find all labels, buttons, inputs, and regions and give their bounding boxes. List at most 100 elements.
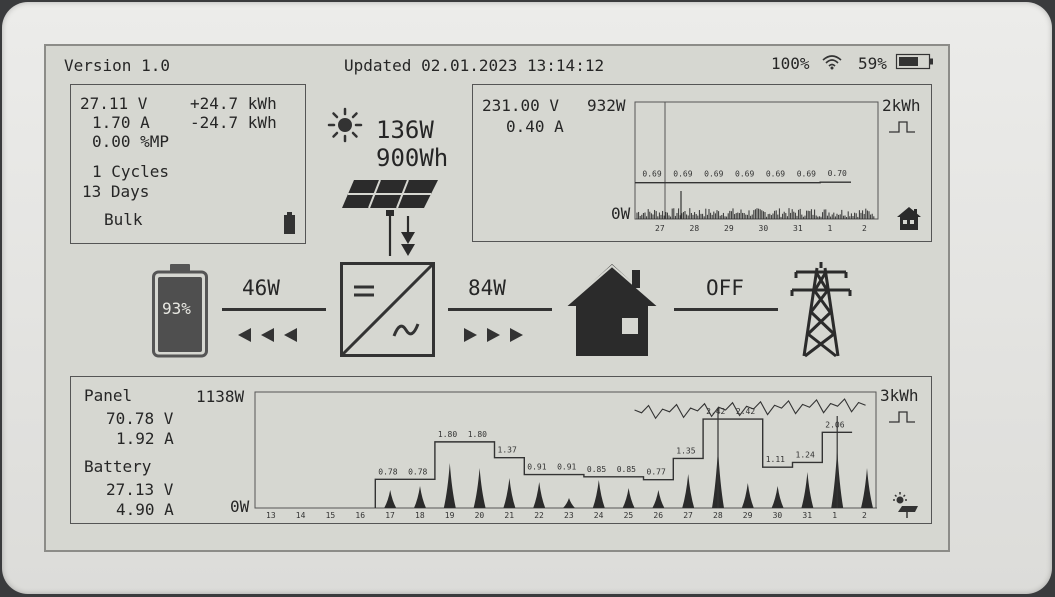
x-tick-label: 2 xyxy=(862,511,867,520)
bar-value-label: 1.24 xyxy=(796,450,815,459)
bar-value-label: 1.11 xyxy=(766,455,785,464)
inverter-flow-power: 84W xyxy=(468,276,506,300)
small-battery-icon xyxy=(284,212,295,234)
x-tick-label: 23 xyxy=(564,511,574,520)
charge-mode: Bulk xyxy=(104,210,143,229)
solar-peak xyxy=(801,472,814,508)
history-scale: 3kWh xyxy=(880,386,919,405)
solar-peak xyxy=(622,488,635,508)
energy-in: +24.7 kWh xyxy=(190,94,277,113)
battery-level-text: 93% xyxy=(162,299,191,318)
solar-peak xyxy=(443,463,456,508)
battery-label: Battery xyxy=(84,457,152,476)
x-tick-label: 17 xyxy=(385,511,395,520)
solar-peak xyxy=(503,478,516,508)
bar-value-label: 2.42 xyxy=(706,407,725,416)
grid-scale: 2kWh xyxy=(882,96,921,115)
solar-peak xyxy=(682,474,695,508)
x-tick-label: 27 xyxy=(655,224,665,233)
x-tick-label: 27 xyxy=(683,511,693,520)
x-tick-label: 20 xyxy=(475,511,485,520)
signal-percent: 100% xyxy=(771,54,810,73)
x-tick-label: 15 xyxy=(326,511,336,520)
x-tick-label: 29 xyxy=(743,511,753,520)
x-tick-label: 24 xyxy=(594,511,604,520)
solar-peak xyxy=(473,468,486,508)
daily-energy-line xyxy=(635,181,851,184)
x-tick-label: 25 xyxy=(624,511,634,520)
grid-voltage: 231.00 V xyxy=(482,96,560,115)
bar-value-label: 0.85 xyxy=(587,465,606,474)
updated-timestamp: Updated 02.01.2023 13:14:12 xyxy=(344,56,605,75)
device-battery-percent: 59% xyxy=(858,54,887,73)
bar-value-label: 1.35 xyxy=(676,446,695,455)
solar-peak xyxy=(592,480,605,508)
house-icon xyxy=(897,207,921,230)
battery-current: 1.70 A xyxy=(92,113,150,132)
solar-peak xyxy=(563,498,575,508)
x-tick-label: 28 xyxy=(690,224,700,233)
panel-label: Panel xyxy=(84,386,133,405)
bar-value-label: 0.78 xyxy=(408,467,427,476)
panel-current: 1.92 A xyxy=(116,429,174,448)
solar-peak xyxy=(771,486,784,508)
solar-peak xyxy=(652,490,665,508)
home-icon xyxy=(565,264,659,356)
x-tick-label: 31 xyxy=(802,511,812,520)
bar-value-label: 0.69 xyxy=(642,170,661,179)
inverter-flow-line xyxy=(448,308,552,311)
x-tick-label: 22 xyxy=(534,511,544,520)
x-tick-label: 21 xyxy=(504,511,514,520)
battery-days: 13 Days xyxy=(82,182,150,201)
x-tick-label: 31 xyxy=(793,224,803,233)
x-tick-label: 26 xyxy=(653,511,663,520)
bar-value-label: 2.42 xyxy=(736,407,755,416)
solar-peak xyxy=(533,482,546,508)
flow-right-arrows xyxy=(464,328,523,342)
bar-value-label: 0.69 xyxy=(735,170,754,179)
x-tick-label: 1 xyxy=(828,224,833,233)
sun-icon xyxy=(327,107,363,143)
x-tick-label: 2 xyxy=(862,224,867,233)
eink-screen: Version 1.0 Updated 02.01.2023 13:14:12 … xyxy=(44,44,950,552)
x-tick-label: 29 xyxy=(724,224,734,233)
bar-value-label: 1.80 xyxy=(468,430,487,439)
step-icon xyxy=(889,121,915,133)
grid-current: 0.40 A xyxy=(506,117,564,136)
x-tick-label: 14 xyxy=(296,511,306,520)
grid-flow-line xyxy=(674,308,778,311)
solar-peak xyxy=(414,486,426,508)
bar-value-label: 0.91 xyxy=(527,463,546,472)
battery-mpp: 0.00 %MP xyxy=(92,132,170,151)
history-max: 1138W xyxy=(196,387,245,406)
power-pylon-icon xyxy=(790,262,852,358)
bar-value-label: 1.80 xyxy=(438,430,457,439)
x-tick-label: 28 xyxy=(713,511,723,520)
x-tick-label: 19 xyxy=(445,511,455,520)
grid-state: OFF xyxy=(706,276,744,300)
bar-value-label: 0.69 xyxy=(704,170,723,179)
history-chart: 0.78 0.78 1.80 1.80 1.37 0.91 0.91 0.85 0.85 0.77… xyxy=(254,391,877,520)
solar-energy: 900Wh xyxy=(376,144,449,172)
solar-power: 136W xyxy=(376,116,434,144)
x-tick-label: 30 xyxy=(773,511,783,520)
bar-value-label: 0.78 xyxy=(378,467,397,476)
x-tick-label: 16 xyxy=(355,511,365,520)
solar-panel-icon xyxy=(342,179,438,256)
battery-cycles: 1 Cycles xyxy=(92,162,170,181)
x-tick-label: 18 xyxy=(415,511,425,520)
energy-out: -24.7 kWh xyxy=(190,113,277,132)
history-battery-current: 4.90 A xyxy=(116,500,174,519)
x-tick-label: 1 xyxy=(832,511,837,520)
grid-power: 932W xyxy=(587,96,626,115)
bar-value-label: 0.69 xyxy=(673,170,692,179)
version-label: Version 1.0 xyxy=(64,56,170,75)
solar-peak xyxy=(861,468,873,508)
grid-zero: 0W xyxy=(611,204,631,223)
sun-panel-icon xyxy=(893,492,918,518)
bar-value-label: 0.69 xyxy=(766,170,785,179)
bar-value-label: 0.70 xyxy=(828,169,847,178)
bar-value-label: 0.85 xyxy=(617,465,636,474)
battery-flow-power: 46W xyxy=(242,276,280,300)
bar-value-label: 0.91 xyxy=(557,463,576,472)
